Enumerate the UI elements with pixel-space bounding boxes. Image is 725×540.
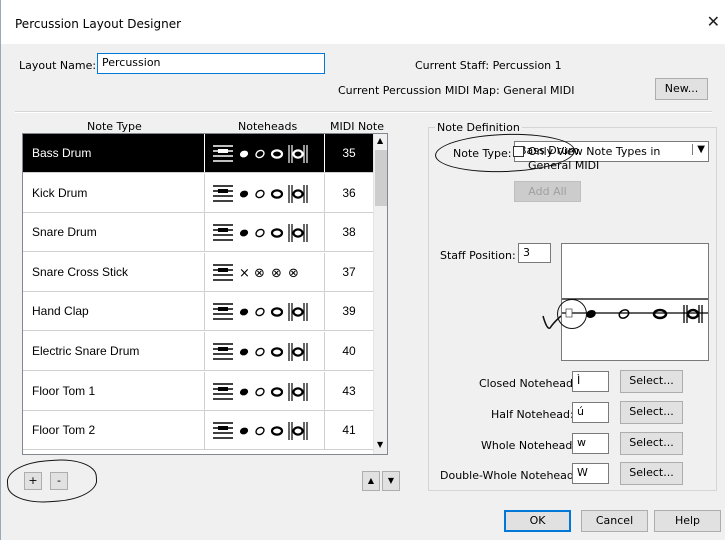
closed-notehead-input[interactable]: Ì [572, 371, 609, 392]
double-whole-notehead-input[interactable]: W [572, 463, 609, 484]
close-icon[interactable]: ✕ [707, 12, 720, 31]
noteheads-preview-icon [213, 339, 317, 366]
double-whole-select-button[interactable]: Select... [620, 462, 683, 485]
add-all-button[interactable]: Add All [514, 181, 581, 202]
col-header-midi-note[interactable]: MIDI Note [330, 120, 384, 133]
whole-select-button[interactable]: Select... [620, 432, 683, 455]
only-view-label-2: General MIDI [528, 159, 600, 172]
closed-select-button[interactable]: Select... [620, 370, 683, 393]
half-notehead-input[interactable]: ú [572, 402, 609, 423]
table-row[interactable]: Floor Tom 1 43 [23, 371, 387, 411]
closed-notehead-label: Closed Notehead: [479, 377, 577, 390]
note-type-cell: Floor Tom 2 [23, 411, 205, 450]
noteheads-preview-icon: × ⊗ ⊗ ⊗ [213, 260, 317, 287]
noteheads-cell: × ⊗ ⊗ ⊗ [205, 252, 325, 291]
note-type-cell: Snare Cross Stick [23, 252, 205, 291]
dropdown-arrow-icon[interactable]: ▼ [692, 144, 705, 155]
midi-note-cell: 39 [342, 304, 356, 319]
table-row[interactable]: Floor Tom 2 41 [23, 411, 387, 451]
hand-drawn-circle-annotation [5, 456, 99, 506]
only-view-checkbox[interactable] [513, 146, 524, 157]
note-definition-label: Note Definition [435, 121, 522, 134]
midi-note-cell: 40 [342, 344, 356, 358]
note-type-cell: Hand Clap [23, 292, 205, 331]
cancel-button[interactable]: Cancel [581, 510, 648, 532]
svg-text:⊗: ⊗ [254, 266, 265, 281]
current-staff-text: Current Staff: Percussion 1 [415, 59, 562, 72]
table-scrollbar[interactable]: ▲ ▼ [373, 134, 387, 454]
noteheads-preview-icon [213, 220, 317, 247]
noteheads-cell [205, 371, 325, 410]
chevron-down-icon: ▼ [387, 476, 395, 485]
chevron-up-icon: ▲ [367, 476, 375, 485]
midi-note-cell: 37 [342, 264, 356, 279]
midi-note-cell: 43 [342, 383, 356, 398]
current-map-text: Current Percussion MIDI Map: General MID… [338, 84, 575, 97]
separator [15, 111, 712, 113]
window-title: Percussion Layout Designer [15, 17, 182, 31]
noteheads-preview-icon [213, 379, 317, 406]
col-header-note-type[interactable]: Note Type [87, 120, 142, 133]
noteheads-cell [205, 292, 325, 331]
new-button[interactable]: New... [655, 78, 708, 100]
double-whole-notehead-label: Double-Whole Notehead: [440, 469, 578, 482]
noteheads-cell [205, 213, 325, 252]
table-row[interactable]: Electric Snare Drum 40 [23, 332, 387, 371]
table-row[interactable]: Snare Cross Stick × ⊗ ⊗ ⊗ 37 [23, 252, 387, 292]
midi-note-cell: 36 [342, 185, 356, 200]
whole-notehead-input[interactable]: w [572, 433, 609, 454]
note-type-table[interactable]: Floor Tom 2 41 Floor Tom 1 43 Electric Sna… [22, 133, 388, 455]
table-row[interactable]: Bass Drum 35 [23, 134, 387, 173]
table-row[interactable]: Snare Drum 38 [23, 213, 387, 253]
table-row[interactable]: Hand Clap 39 [23, 292, 387, 332]
move-up-button[interactable]: ▲ [362, 471, 380, 491]
scrollbar-thumb[interactable] [375, 150, 387, 206]
layout-name-input[interactable]: Percussion [97, 53, 325, 74]
noteheads-preview-icon [213, 299, 317, 326]
note-type-cell: Electric Snare Drum [23, 332, 205, 370]
dialog-window: Percussion Layout Designer ✕ Layout Name… [0, 0, 725, 540]
table-row[interactable]: Kick Drum 36 [23, 173, 387, 213]
note-type-cell: Snare Drum [23, 213, 205, 252]
noteheads-cell [205, 332, 325, 370]
svg-text:×: × [239, 266, 250, 281]
title-bar: Percussion Layout Designer ✕ [1, 0, 725, 44]
noteheads-cell [205, 411, 325, 450]
midi-note-cell: 41 [342, 423, 356, 438]
staff-position-label: Staff Position: [440, 249, 516, 262]
col-header-noteheads[interactable]: Noteheads [238, 120, 297, 133]
midi-note-cell: 35 [342, 146, 356, 160]
layout-name-label: Layout Name: [19, 59, 97, 72]
noteheads-preview-icon [213, 418, 317, 445]
whole-notehead-label: Whole Notehead: [481, 439, 577, 452]
midi-note-cell: 38 [342, 225, 356, 240]
chevron-down-icon[interactable]: ▼ [377, 440, 383, 449]
svg-text:⊗: ⊗ [271, 266, 282, 281]
staff-preview-svg [562, 298, 708, 323]
chevron-up-icon[interactable]: ▲ [377, 136, 383, 145]
svg-text:⊗: ⊗ [288, 266, 299, 281]
ok-button[interactable]: OK [504, 510, 571, 532]
noteheads-cell [205, 173, 325, 212]
noteheads-preview-icon [213, 181, 317, 208]
hand-drawn-stroke-annotation [542, 315, 562, 329]
note-type-cell: Bass Drum [23, 134, 205, 172]
noteheads-cell [205, 134, 325, 172]
help-button[interactable]: Help [654, 510, 721, 532]
half-select-button[interactable]: Select... [620, 401, 683, 424]
note-type-cell: Floor Tom 1 [23, 371, 205, 410]
note-type-cell: Kick Drum [23, 173, 205, 212]
noteheads-preview-icon [213, 141, 317, 168]
staff-position-input[interactable]: 3 [518, 243, 551, 263]
move-down-button[interactable]: ▼ [382, 471, 400, 491]
half-notehead-label: Half Notehead: [491, 408, 574, 421]
staff-preview [561, 243, 709, 361]
only-view-label-1: Only View Note Types in [528, 145, 661, 158]
